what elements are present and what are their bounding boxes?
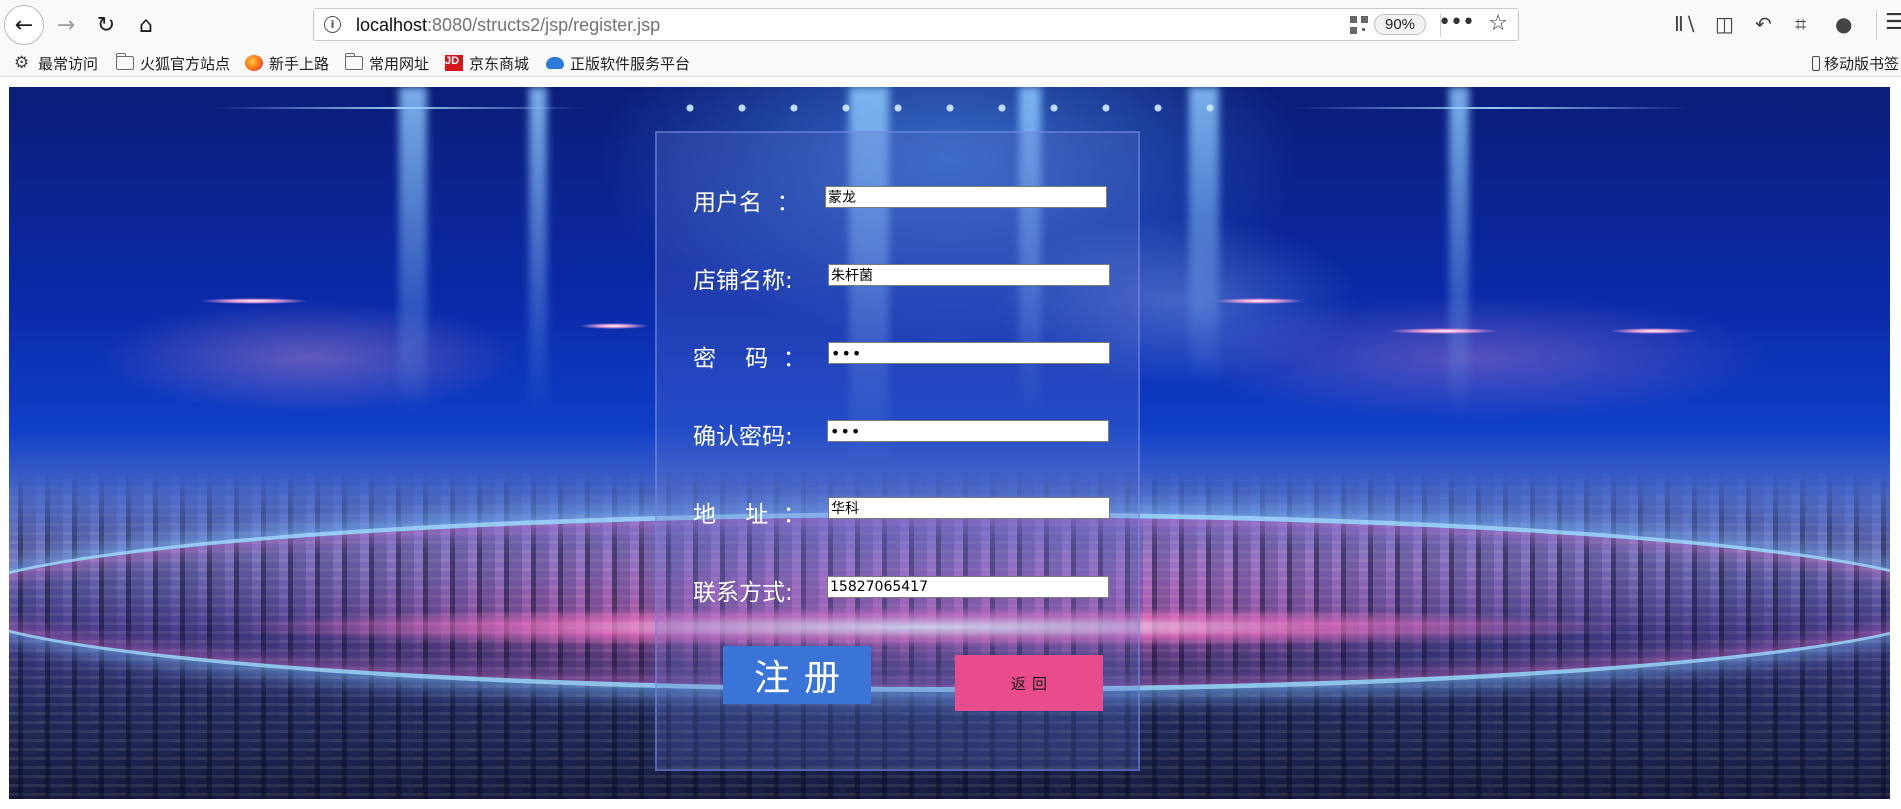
bookmark-common-sites[interactable]: 常用网址 xyxy=(344,53,430,73)
bookmark-label: 京东商城 xyxy=(469,54,530,73)
hamburger-menu-icon[interactable]: ☰ xyxy=(1885,10,1901,35)
address-bar[interactable]: i localhost:8080/structs2/jsp/register.j… xyxy=(313,8,1519,41)
background-light-beam xyxy=(529,87,547,417)
info-icon[interactable]: i xyxy=(324,16,341,33)
confirm-password-label: 确认密码: xyxy=(693,424,793,450)
bookmark-getting-started[interactable]: 新手上路 xyxy=(245,53,329,73)
shop-name-input[interactable] xyxy=(828,264,1110,286)
bookmark-label: 正版软件服务平台 xyxy=(570,54,691,73)
light-flare xyxy=(1389,328,1499,334)
bookmark-firefox-site[interactable]: 火狐官方站点 xyxy=(115,53,231,73)
background-light-beam xyxy=(399,87,427,417)
register-button[interactable]: 注册 xyxy=(723,646,871,704)
gear-icon: ⚙ xyxy=(14,53,30,73)
chat-icon[interactable]: ● xyxy=(1835,12,1852,36)
crop-icon[interactable]: ⌗ xyxy=(1795,12,1806,36)
return-button[interactable]: 返回 xyxy=(955,655,1103,711)
zoom-badge[interactable]: 90% xyxy=(1374,14,1426,35)
folder-icon xyxy=(344,53,363,70)
qr-code-icon[interactable] xyxy=(1350,16,1368,34)
bookmarks-bar: ⚙ 最常访问 火狐官方站点 新手上路 常用网址 JD 京东商城 正版软件服务平台… xyxy=(0,50,1901,77)
decor-line-left xyxy=(214,107,584,109)
address-label: 地 址 ： xyxy=(693,502,806,528)
light-flare xyxy=(1214,298,1304,304)
undo-icon[interactable]: ↶ xyxy=(1755,12,1772,36)
bookmark-label: 最常访问 xyxy=(38,54,99,73)
forward-arrow-icon[interactable]: → xyxy=(48,7,84,43)
url-path: :8080/structs2/jsp/register.jsp xyxy=(427,15,661,35)
register-form: 用户名 ： 店铺名称: 密 码 ： 确认密码: 地 址 ： 联系方式: 注册 返… xyxy=(655,131,1140,771)
decor-dots xyxy=(664,99,1244,117)
register-page: 用户名 ： 店铺名称: 密 码 ： 确认密码: 地 址 ： 联系方式: 注册 返… xyxy=(9,87,1890,799)
username-label: 用户名 ： xyxy=(693,190,800,216)
bookmark-mobile[interactable]: 移动版书签 xyxy=(1812,53,1899,73)
reload-icon[interactable]: ↻ xyxy=(88,7,124,43)
folder-icon xyxy=(115,53,134,70)
light-flare xyxy=(199,298,309,304)
back-arrow-icon[interactable]: ← xyxy=(4,5,44,45)
decor-line-right xyxy=(1297,107,1692,109)
background-light-beam xyxy=(1449,87,1469,417)
url-host: localhost xyxy=(356,15,428,35)
bookmark-software-platform[interactable]: 正版软件服务平台 xyxy=(546,53,690,73)
sidebar-icon[interactable]: ◫ xyxy=(1715,12,1734,36)
jd-icon: JD xyxy=(445,55,463,71)
address-input[interactable] xyxy=(828,497,1110,519)
password-label: 密 码 ： xyxy=(693,346,806,372)
more-icon[interactable]: ••• xyxy=(1438,10,1475,35)
username-input[interactable] xyxy=(825,186,1107,208)
light-flare xyxy=(1609,328,1699,334)
background-light-beam xyxy=(1189,87,1219,387)
confirm-password-input[interactable] xyxy=(827,420,1109,442)
bookmark-jd[interactable]: JD 京东商城 xyxy=(445,53,529,73)
bookmark-most-visited[interactable]: ⚙ 最常访问 xyxy=(14,53,98,73)
shop-name-label: 店铺名称: xyxy=(693,268,793,294)
contact-label: 联系方式: xyxy=(693,580,793,606)
contact-input[interactable] xyxy=(827,576,1109,598)
firefox-icon xyxy=(245,55,263,71)
mobile-icon xyxy=(1812,55,1820,71)
bookmark-label: 移动版书签 xyxy=(1824,54,1900,73)
bookmark-label: 新手上路 xyxy=(269,54,330,73)
light-flare xyxy=(579,323,649,329)
library-icon[interactable]: Ⅱ∖ xyxy=(1674,12,1697,36)
home-icon[interactable]: ⌂ xyxy=(128,7,164,43)
password-input[interactable] xyxy=(828,342,1110,364)
star-icon[interactable]: ☆ xyxy=(1488,11,1508,36)
bookmark-label: 常用网址 xyxy=(369,54,430,73)
cloud-icon xyxy=(546,57,564,69)
bookmark-label: 火狐官方站点 xyxy=(140,54,231,73)
url-text[interactable]: localhost:8080/structs2/jsp/register.jsp xyxy=(356,15,660,36)
toolbar-separator xyxy=(1876,10,1877,40)
browser-toolbar: ← → ↻ ⌂ i localhost:8080/structs2/jsp/re… xyxy=(0,0,1901,50)
